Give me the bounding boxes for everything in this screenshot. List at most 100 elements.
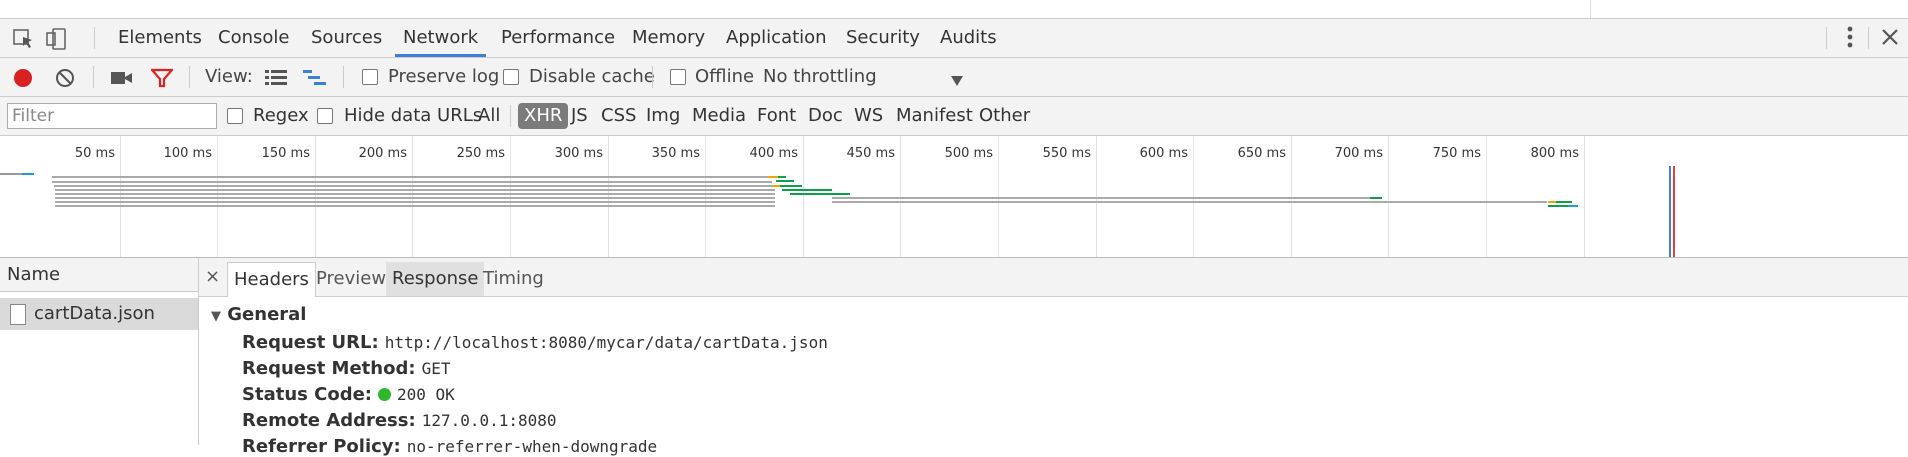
tab-response[interactable]: Response	[386, 262, 485, 296]
filter-type-other[interactable]: Other	[979, 97, 1030, 135]
tab-console[interactable]: Console	[210, 19, 297, 57]
timeline-tick-label: 500 ms	[944, 146, 993, 161]
timeline-tick-label: 800 ms	[1530, 146, 1579, 161]
divider	[510, 105, 511, 127]
hide-data-urls-checkbox[interactable]	[317, 108, 333, 124]
device-toolbar-icon[interactable]	[44, 27, 68, 51]
divider	[652, 66, 653, 88]
filter-type-doc[interactable]: Doc	[808, 97, 843, 135]
inspect-element-icon[interactable]	[12, 27, 36, 51]
timeline-request-bar	[22, 173, 34, 175]
timeline-tick-label: 50 ms	[74, 146, 115, 161]
field-key: Request Method:	[242, 358, 416, 379]
tab-application[interactable]: Application	[718, 19, 835, 57]
timeline-request-bar	[1568, 205, 1578, 207]
tab-sources[interactable]: Sources	[303, 19, 390, 57]
name-column-header[interactable]: Name	[0, 258, 198, 292]
timeline-request-bar	[776, 180, 794, 182]
close-icon[interactable]	[1880, 27, 1900, 53]
filter-type-js[interactable]: JS	[571, 97, 588, 135]
timeline-request-bar	[52, 176, 772, 178]
chevron-down-icon[interactable]	[950, 71, 964, 92]
offline-checkbox[interactable]	[670, 69, 686, 85]
details-tab-bar: × Headers Preview Response Timing	[199, 258, 1908, 297]
timeline-request-bar	[55, 193, 775, 195]
request-name: cartData.json	[34, 303, 155, 324]
tab-audits[interactable]: Audits	[932, 19, 1005, 57]
divider	[94, 27, 95, 49]
offline-label: Offline	[695, 66, 755, 87]
tab-security[interactable]: Security	[838, 19, 928, 57]
file-icon	[10, 304, 26, 325]
timeline-request-bar	[778, 176, 786, 178]
timeline-request-bar	[1556, 201, 1572, 203]
devtools-tab-bar: Elements Console Sources Network Perform…	[0, 19, 1908, 58]
divider	[1826, 27, 1827, 49]
filter-type-media[interactable]: Media	[692, 97, 746, 135]
close-details-button[interactable]: ×	[205, 258, 220, 296]
preserve-log-checkbox[interactable]	[362, 69, 378, 85]
disable-cache-checkbox[interactable]	[503, 69, 519, 85]
clear-icon[interactable]	[55, 68, 75, 93]
timeline-tick-label: 750 ms	[1432, 146, 1481, 161]
page-viewport-edge	[0, 0, 1908, 19]
filter-type-img[interactable]: Img	[646, 97, 680, 135]
status-ok-icon	[377, 388, 391, 401]
timeline-tick-label: 250 ms	[456, 146, 505, 161]
tab-headers[interactable]: Headers	[227, 262, 316, 297]
request-details: × Headers Preview Response Timing ▼ Gene…	[199, 258, 1908, 457]
record-icon[interactable]	[13, 68, 33, 93]
network-overview-timeline[interactable]: 50 ms 100 ms 150 ms 200 ms 250 ms 300 ms 350 m…	[0, 136, 1908, 258]
filter-type-all[interactable]: All	[478, 97, 500, 135]
field-key: Referrer Policy:	[242, 436, 401, 457]
timeline-request-bar	[772, 185, 780, 187]
request-list: Name cartData.json	[0, 258, 199, 445]
throttling-select[interactable]: No throttling	[763, 58, 877, 96]
timeline-request-bar	[55, 197, 775, 199]
tab-memory[interactable]: Memory	[624, 19, 713, 57]
preserve-log-label: Preserve log	[388, 66, 500, 87]
timeline-tick-label: 450 ms	[846, 146, 895, 161]
general-section-header[interactable]: ▼ General	[211, 304, 306, 325]
timeline-tick-label: 300 ms	[554, 146, 603, 161]
filter-type-manifest[interactable]: Manifest	[896, 97, 973, 135]
filter-type-css[interactable]: CSS	[601, 97, 636, 135]
tab-preview[interactable]: Preview	[310, 262, 392, 296]
timeline-gridline	[1584, 136, 1585, 257]
filter-icon[interactable]	[149, 68, 175, 93]
more-options-icon[interactable]	[1846, 23, 1854, 57]
timeline-gridline	[1388, 136, 1389, 257]
filter-type-xhr[interactable]: XHR	[518, 103, 569, 129]
general-section-title: General	[227, 304, 307, 325]
tab-network[interactable]: Network	[395, 19, 487, 57]
triangle-down-icon: ▼	[211, 309, 221, 324]
timeline-tick-label: 100 ms	[163, 146, 212, 161]
dom-content-loaded-marker	[1669, 166, 1671, 257]
capture-screenshots-icon[interactable]	[111, 70, 133, 91]
large-request-rows-icon[interactable]	[265, 69, 287, 90]
view-label: View:	[205, 66, 253, 87]
request-row[interactable]: cartData.json	[0, 298, 198, 330]
regex-checkbox[interactable]	[227, 108, 243, 124]
timeline-request-bar	[1370, 197, 1382, 199]
divider	[1590, 0, 1591, 18]
timeline-gridline	[1486, 136, 1487, 257]
timeline-tick-label: 650 ms	[1237, 146, 1286, 161]
regex-label: Regex	[253, 105, 309, 126]
field-value: http://localhost:8080/mycar/data/cartDat…	[384, 333, 828, 352]
divider	[343, 66, 344, 88]
timeline-request-bar	[0, 173, 22, 175]
timeline-tick-label: 200 ms	[358, 146, 407, 161]
timeline-request-bar	[52, 181, 772, 183]
filter-type-ws[interactable]: WS	[854, 97, 883, 135]
filter-type-font[interactable]: Font	[757, 97, 796, 135]
filter-input[interactable]	[7, 103, 217, 129]
field-value: 200 OK	[396, 385, 455, 404]
tab-elements[interactable]: Elements	[110, 19, 210, 57]
tab-performance[interactable]: Performance	[493, 19, 623, 57]
tab-timing[interactable]: Timing	[477, 262, 550, 296]
hide-data-urls-label: Hide data URLs	[344, 105, 483, 126]
divider	[1868, 27, 1869, 49]
waterfall-overview-icon[interactable]	[303, 69, 327, 92]
timeline-request-bar	[832, 201, 1547, 203]
